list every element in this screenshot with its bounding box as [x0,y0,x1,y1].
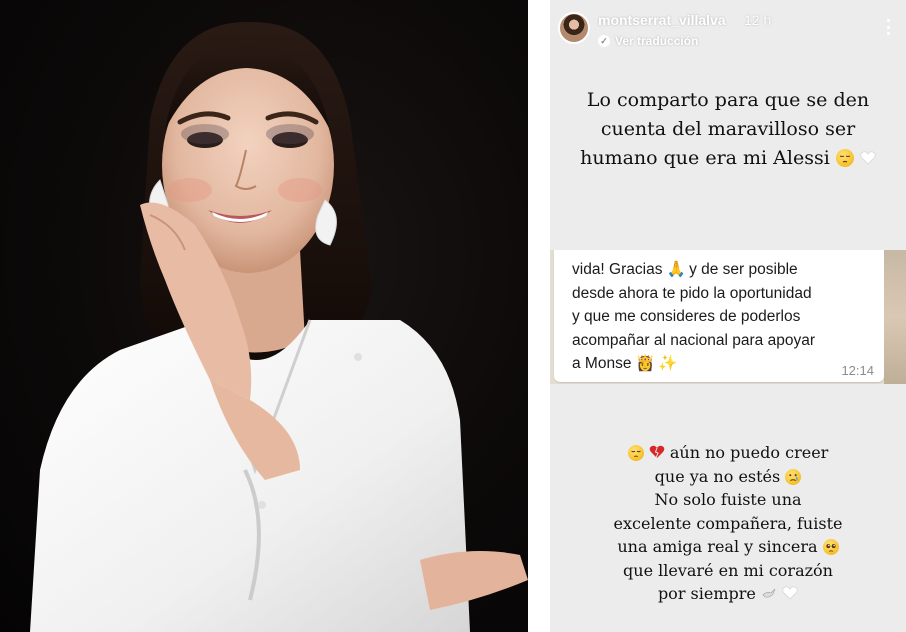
outro-line: que ya no estés [654,466,781,486]
chat-line: y que me consideres de poderlos [572,308,801,325]
post-time: 12 h [744,12,772,28]
chat-line-text: a Monse [572,355,632,372]
chat-line-text: y de ser posible [689,261,798,278]
pensive-face-icon [627,445,644,461]
chat-line-text: vida! Gracias [572,261,663,278]
chat-screenshot: vida! Gracias 🙏 y de ser posible desde a… [550,250,906,384]
story-panel: montserrat_villalva 12 h ✓ Ver traducció… [550,0,906,632]
chat-line: acompañar al nacional para apoyar [572,331,815,349]
intro-line: humano que era mi Alessi [580,147,830,169]
story-intro-text: Lo comparto para que se den cuenta del m… [550,86,906,173]
chat-timestamp: 12:14 [841,363,874,378]
intro-line-with-emoji: humano que era mi Alessi [550,144,906,173]
chat-bubble: vida! Gracias 🙏 y de ser posible desde a… [554,250,884,382]
outro-line: una amiga real y sincera [617,537,818,556]
translate-icon: ✓ [598,35,610,47]
outro-line-with-emoji: por siempre [550,582,906,606]
chat-text: vida! Gracias 🙏 y de ser posible desde a… [572,258,872,376]
portrait-photo [0,0,528,632]
translate-button[interactable]: ✓ Ver traducción [598,33,698,49]
chat-line: desde ahora te pido la oportunidad [572,284,812,302]
intro-line: cuenta del maravilloso ser [600,118,856,140]
outro-line: por siempre [657,584,756,603]
outro-line-with-emoji: que ya no estés [550,465,906,489]
dove-icon [761,585,777,601]
outro-line: que llevaré en mi corazón [623,560,833,580]
chat-line: vida! Gracias 🙏 y de ser posible [572,258,872,282]
username[interactable]: montserrat_villalva [598,12,726,28]
folded-hands-icon: 🙏 [666,261,687,278]
portrait-illustration [30,21,528,632]
chat-side-image [884,250,906,384]
crying-face-icon [785,468,802,485]
sparkles-icon: ✨ [658,355,678,372]
pleading-face-icon [822,539,839,555]
pensive-face-icon [835,149,854,167]
outro-line: aún no puedo creer [669,443,829,462]
outro-line-with-emoji: aún no puedo creer [550,441,906,465]
white-heart-icon [782,585,798,601]
outro-line: No solo fuiste una [654,490,802,509]
translate-label: Ver traducción [615,34,699,48]
story-header: montserrat_villalva 12 h ✓ Ver traducció… [550,0,906,56]
broken-heart-icon [649,444,665,460]
outro-line-with-emoji: una amiga real y sincera [550,535,906,559]
white-heart-icon [860,150,876,166]
more-options-icon[interactable] [880,17,896,37]
avatar[interactable] [558,12,590,44]
princess-icon: 👸 [635,355,656,372]
outro-line: excelente compañera, fuiste [613,513,843,533]
chat-line: a Monse 👸 ✨ [572,352,872,376]
intro-line: Lo comparto para que se den [586,89,870,111]
story-outro-text: aún no puedo creer que ya no estés No so… [550,441,906,606]
